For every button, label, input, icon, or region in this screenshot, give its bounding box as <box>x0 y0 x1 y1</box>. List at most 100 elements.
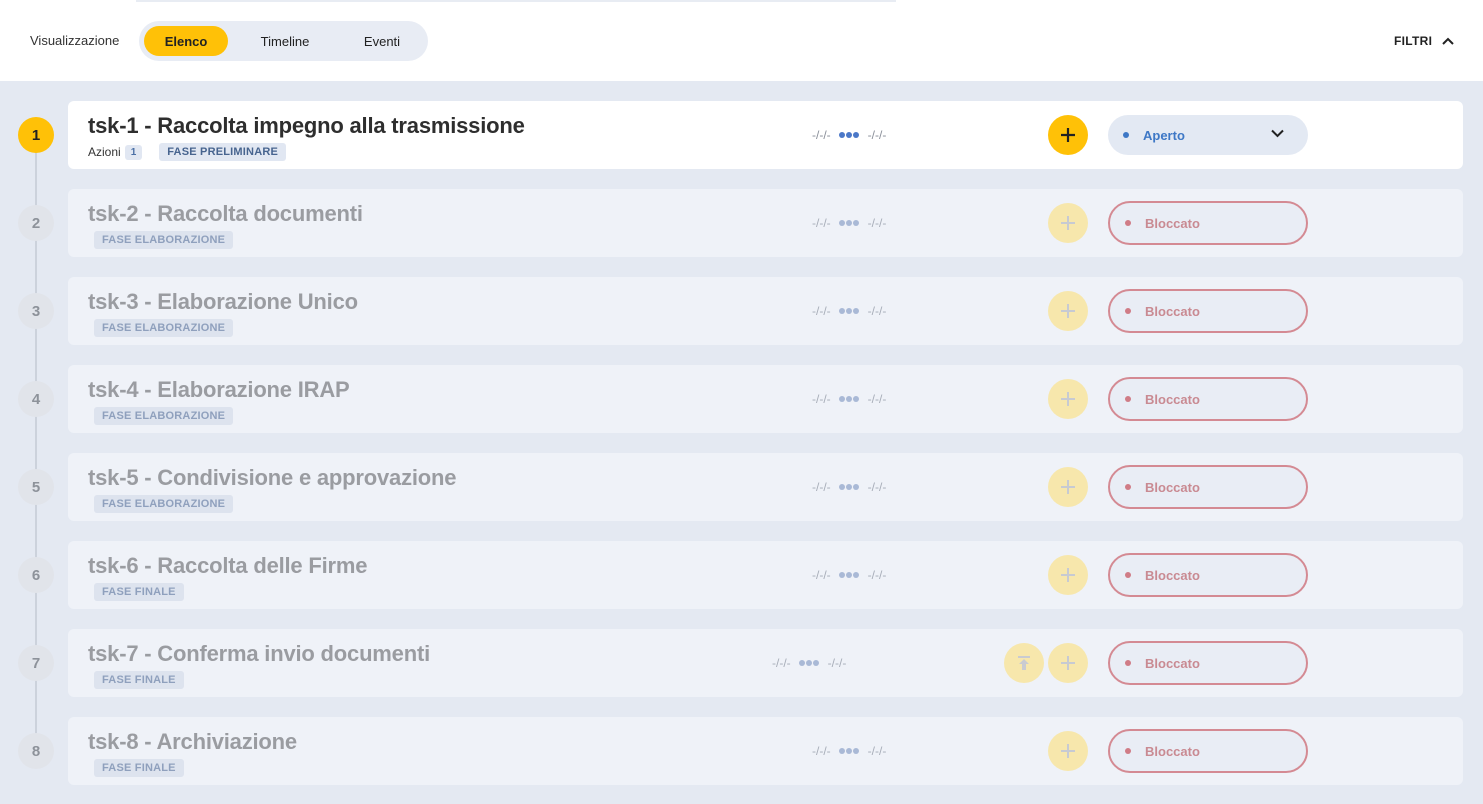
add-action-button[interactable] <box>1048 731 1088 771</box>
status-label: Bloccato <box>1145 655 1200 671</box>
view-tab-timeline[interactable]: Timeline <box>241 26 329 56</box>
date-end: -/-/- <box>867 304 887 318</box>
plus-icon <box>1061 480 1075 494</box>
phase-badge: FASE FINALE <box>94 671 184 689</box>
phase-badge: FASE FINALE <box>94 583 184 601</box>
view-tab-eventi[interactable]: Eventi <box>341 26 423 56</box>
step-7: 7 <box>18 645 54 681</box>
date-end: -/-/- <box>867 744 887 758</box>
plus-icon <box>1061 304 1075 318</box>
task-title: tsk-7 - Conferma invio documenti <box>88 641 430 666</box>
filters-toggle[interactable]: FILTRI <box>1394 32 1454 50</box>
task-title: tsk-8 - Archiviazione <box>88 729 297 754</box>
status-select[interactable]: Bloccato <box>1108 641 1308 685</box>
add-action-button[interactable] <box>1048 291 1088 331</box>
status-dot <box>1125 396 1131 402</box>
step-3: 3 <box>18 293 54 329</box>
date-range: -/-/- -/-/- <box>812 126 886 144</box>
status-label: Bloccato <box>1145 391 1200 407</box>
view-label: Visualizzazione <box>30 33 120 48</box>
date-range-dots-icon <box>839 748 860 754</box>
status-select[interactable]: Bloccato <box>1108 729 1308 773</box>
task-title: tsk-3 - Elaborazione Unico <box>88 289 358 314</box>
date-end: -/-/- <box>867 128 887 142</box>
status-select[interactable]: Bloccato <box>1108 289 1308 333</box>
task-row-7[interactable]: tsk-7 - Conferma invio documenti FASE FI… <box>68 629 1463 697</box>
date-range-dots-icon <box>839 132 860 138</box>
task-title: tsk-4 - Elaborazione IRAP <box>88 377 350 402</box>
date-start: -/-/- <box>812 744 831 758</box>
task-row-4[interactable]: tsk-4 - Elaborazione IRAP FASE ELABORAZI… <box>68 365 1463 433</box>
task-row-8[interactable]: tsk-8 - Archiviazione FASE FINALE -/-/- … <box>68 717 1463 785</box>
task-row-2[interactable]: tsk-2 - Raccolta documenti FASE ELABORAZ… <box>68 189 1463 257</box>
upload-icon <box>1018 656 1030 670</box>
add-action-button[interactable] <box>1048 115 1088 155</box>
phase-badge: FASE ELABORAZIONE <box>94 407 234 425</box>
step-6: 6 <box>18 557 54 593</box>
status-label: Bloccato <box>1145 567 1200 583</box>
status-select[interactable]: Bloccato <box>1108 377 1308 421</box>
status-label: Aperto <box>1143 127 1185 143</box>
phase-badge: FASE PRELIMINARE <box>159 143 287 161</box>
actions-label: Azioni <box>88 145 121 159</box>
status-select[interactable]: Bloccato <box>1108 465 1308 509</box>
plus-icon <box>1061 216 1075 230</box>
date-start: -/-/- <box>812 568 831 582</box>
add-action-button[interactable] <box>1048 203 1088 243</box>
task-meta: FASE ELABORAZIONE <box>94 230 234 250</box>
step-8: 8 <box>18 733 54 769</box>
status-label: Bloccato <box>1145 743 1200 759</box>
view-toggle-group: Elenco Timeline Eventi <box>139 21 428 61</box>
actions-count-badge: 1 <box>124 144 143 160</box>
status-dot <box>1125 308 1131 314</box>
task-meta: FASE FINALE <box>94 582 184 602</box>
date-range: -/-/- -/-/- <box>812 478 886 496</box>
date-start: -/-/- <box>812 392 831 406</box>
task-title: tsk-1 - Raccolta impegno alla trasmissio… <box>88 113 525 138</box>
add-action-button[interactable] <box>1048 379 1088 419</box>
status-label: Bloccato <box>1145 479 1200 495</box>
date-range: -/-/- -/-/- <box>812 742 886 760</box>
add-action-button[interactable] <box>1048 643 1088 683</box>
date-range: -/-/- -/-/- <box>812 302 886 320</box>
task-row-1[interactable]: tsk-1 - Raccolta impegno alla trasmissio… <box>68 101 1463 169</box>
date-range-dots-icon <box>799 660 820 666</box>
status-select[interactable]: Bloccato <box>1108 201 1308 245</box>
plus-icon <box>1061 656 1075 670</box>
date-range-dots-icon <box>839 484 860 490</box>
date-start: -/-/- <box>812 128 831 142</box>
add-action-button[interactable] <box>1048 555 1088 595</box>
task-meta: FASE ELABORAZIONE <box>94 318 234 338</box>
task-row-5[interactable]: tsk-5 - Condivisione e approvazione FASE… <box>68 453 1463 521</box>
status-dot <box>1125 660 1131 666</box>
status-dot <box>1125 220 1131 226</box>
plus-icon <box>1061 128 1075 142</box>
chevron-down-icon <box>1271 129 1284 138</box>
task-meta: FASE ELABORAZIONE <box>94 494 234 514</box>
date-end: -/-/- <box>867 568 887 582</box>
date-range: -/-/- -/-/- <box>812 390 886 408</box>
date-start: -/-/- <box>812 480 831 494</box>
view-toolbar: Visualizzazione Elenco Timeline Eventi F… <box>0 0 1483 81</box>
status-select[interactable]: Aperto <box>1108 115 1308 155</box>
date-start: -/-/- <box>772 656 791 670</box>
date-start: -/-/- <box>812 304 831 318</box>
date-range-dots-icon <box>839 308 860 314</box>
status-select[interactable]: Bloccato <box>1108 553 1308 597</box>
date-range-dots-icon <box>839 572 860 578</box>
add-action-button[interactable] <box>1048 467 1088 507</box>
status-dot <box>1125 484 1131 490</box>
date-range-dots-icon <box>839 396 860 402</box>
task-title: tsk-6 - Raccolta delle Firme <box>88 553 368 578</box>
task-meta: Azioni 1 FASE PRELIMINARE <box>88 142 287 162</box>
filters-label: FILTRI <box>1394 34 1433 48</box>
step-2: 2 <box>18 205 54 241</box>
task-row-6[interactable]: tsk-6 - Raccolta delle Firme FASE FINALE… <box>68 541 1463 609</box>
view-tab-elenco[interactable]: Elenco <box>144 26 228 56</box>
task-row-3[interactable]: tsk-3 - Elaborazione Unico FASE ELABORAZ… <box>68 277 1463 345</box>
upload-button[interactable] <box>1004 643 1044 683</box>
status-dot <box>1123 132 1129 138</box>
plus-icon <box>1061 392 1075 406</box>
status-label: Bloccato <box>1145 303 1200 319</box>
status-label: Bloccato <box>1145 215 1200 231</box>
